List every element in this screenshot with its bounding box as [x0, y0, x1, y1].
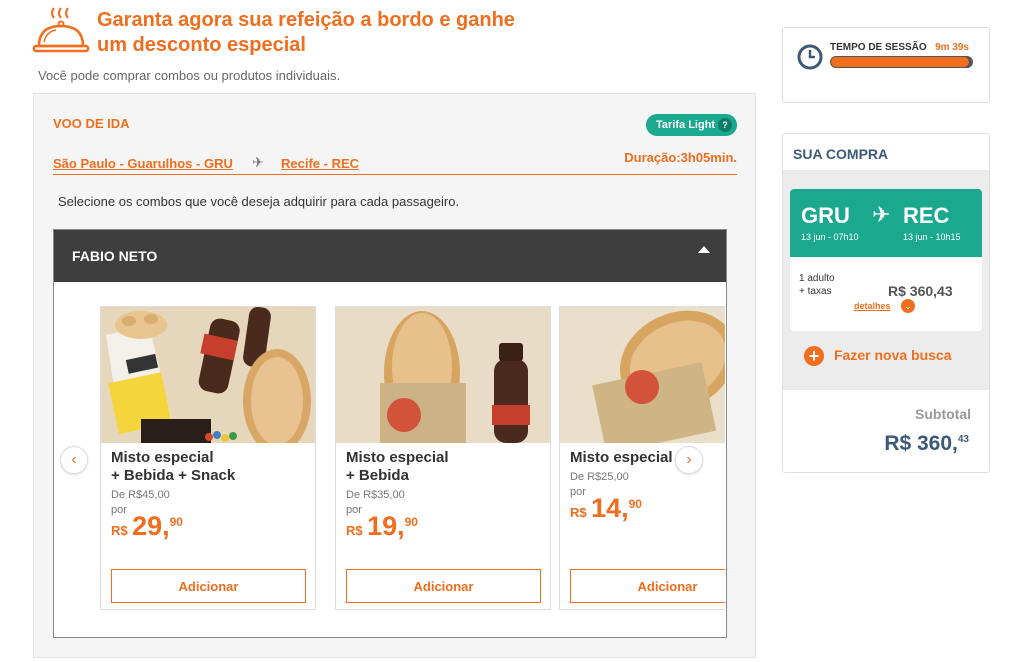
- product-price: R$ 29,90: [111, 511, 183, 541]
- tarifa-label: Tarifa Light: [656, 119, 716, 131]
- clock-icon: [797, 44, 823, 70]
- route-price: R$ 360,43: [888, 283, 953, 299]
- carousel-next-arrow-icon[interactable]: ›: [675, 446, 703, 474]
- add-button[interactable]: Adicionar: [570, 569, 725, 603]
- help-icon[interactable]: ?: [718, 118, 732, 132]
- session-label: TEMPO DE SESSÃO: [830, 42, 927, 53]
- page-subtitle: Você pode comprar combos ou produtos ind…: [38, 68, 341, 83]
- old-price: De R$25,00: [570, 471, 629, 483]
- departure-time: 13 jun - 07h10: [801, 232, 859, 242]
- session-time: 9m 39s: [935, 42, 969, 53]
- product-card: Misto especial + Bebida + Snack De R$45,…: [100, 306, 316, 610]
- passenger-name: FABIO NETO: [72, 248, 158, 264]
- session-progress-bar: [830, 56, 973, 68]
- details-link[interactable]: detalhes: [854, 301, 891, 311]
- passenger-header[interactable]: FABIO NETO: [54, 230, 726, 282]
- product-name: Misto especial + Bebida: [346, 449, 449, 484]
- add-button[interactable]: Adicionar: [346, 569, 541, 603]
- purchase-title: SUA COMPRA: [793, 146, 889, 162]
- passenger-box: FABIO NETO Misto especial + Bebida + Sna…: [53, 229, 727, 638]
- airplane-icon: ✈: [872, 202, 891, 227]
- session-timer: TEMPO DE SESSÃO 9m 39s: [782, 27, 990, 103]
- product-price: R$ 14,90: [570, 493, 642, 523]
- instruction-text: Selecione os combos que você deseja adqu…: [58, 194, 460, 209]
- new-search-label: Fazer nova busca: [834, 347, 952, 363]
- passenger-count: 1 adulto + taxas: [799, 273, 835, 297]
- tarifa-badge[interactable]: Tarifa Light ?: [646, 114, 737, 136]
- purchase-inner: GRU ✈ REC 13 jun - 07h10 13 jun - 10h15 …: [783, 170, 989, 390]
- product-image: [560, 307, 725, 443]
- subtotal-value: R$ 360,43: [884, 432, 969, 455]
- flight-panel: VOO DE IDA Tarifa Light ? São Paulo - Gu…: [33, 93, 756, 658]
- chevron-down-icon[interactable]: ⌄: [901, 299, 915, 313]
- food-cloche-icon: [32, 7, 90, 53]
- old-price: De R$35,00: [346, 489, 405, 501]
- purchase-summary: SUA COMPRA GRU ✈ REC 13 jun - 07h10 13 j…: [782, 133, 990, 473]
- subtotal-label: Subtotal: [915, 406, 971, 422]
- airplane-icon: ✈: [252, 154, 264, 170]
- session-progress-fill: [831, 57, 969, 67]
- add-button[interactable]: Adicionar: [111, 569, 306, 603]
- route-origin: GRU: [801, 203, 850, 228]
- product-name: Misto especial + Bebida + Snack: [111, 449, 236, 484]
- flight-direction-label: VOO DE IDA: [53, 116, 130, 131]
- collapse-caret-icon[interactable]: [698, 246, 710, 253]
- route-line: São Paulo - Guarulhos - GRU ✈ Recife - R…: [53, 150, 737, 175]
- flight-duration: Duração:3h05min.: [624, 150, 737, 165]
- plus-icon: +: [804, 346, 824, 366]
- origin-airport: São Paulo - Guarulhos - GRU: [53, 156, 233, 171]
- product-card: Misto especial + Bebida De R$35,00 por R…: [335, 306, 551, 610]
- product-image: [336, 307, 550, 443]
- route-card: GRU ✈ REC 13 jun - 07h10 13 jun - 10h15 …: [790, 189, 982, 331]
- arrival-time: 13 jun - 10h15: [903, 232, 961, 242]
- destination-airport: Recife - REC: [281, 156, 360, 171]
- product-image: [101, 307, 315, 443]
- route-card-header: GRU ✈ REC 13 jun - 07h10 13 jun - 10h15: [790, 189, 982, 257]
- page-title: Garanta agora sua refeição a bordo e gan…: [97, 9, 515, 56]
- carousel-prev-arrow-icon[interactable]: ‹: [60, 446, 88, 474]
- product-carousel: Misto especial + Bebida + Snack De R$45,…: [99, 306, 725, 612]
- old-price: De R$45,00: [111, 489, 170, 501]
- route-destination: REC: [903, 203, 950, 228]
- product-price: R$ 19,90: [346, 511, 418, 541]
